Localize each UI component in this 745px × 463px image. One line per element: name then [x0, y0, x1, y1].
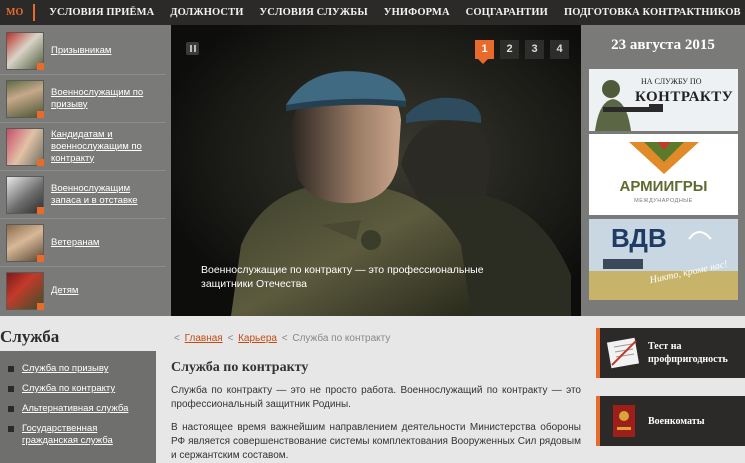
audience-label: Кандидатам и военнослужащим по контракту	[51, 128, 142, 164]
pager-page-3[interactable]: 3	[525, 40, 544, 59]
bullet-icon	[8, 366, 14, 372]
audience-label: Детям	[51, 285, 79, 296]
breadcrumb: < Главная < Карьера < Служба по контракт…	[172, 333, 390, 344]
nav-item-social-guarantees[interactable]: СОЦГАРАНТИИ	[458, 7, 556, 18]
right-banner-column: 23 августа 2015 НА СЛУЖБУ ПО КОНТРАКТУ А…	[581, 25, 745, 316]
submenu-label: Государственная гражданская служба	[22, 423, 113, 446]
brand-link[interactable]: МО РФ	[0, 4, 36, 35]
current-date: 23 августа 2015	[611, 37, 715, 53]
audience-label: Военнослужащим запаса и в отставке	[51, 182, 138, 206]
vdv-banner[interactable]: ВДВ Никто, кроме нас!	[589, 219, 738, 300]
section-title: Служба	[0, 327, 60, 346]
submenu-label: Служба по контракту	[22, 383, 116, 394]
banner3-title: ВДВ	[611, 223, 667, 253]
submenu-item-contract[interactable]: Служба по контракту	[8, 383, 152, 395]
pause-button[interactable]	[186, 42, 199, 55]
hero-caption[interactable]: Военнослужащие по контракту — это профес…	[201, 263, 531, 291]
reserve-thumbnail	[6, 175, 44, 214]
breadcrumb-separator: <	[174, 333, 180, 344]
recruitment-offices-label: Военкоматы	[648, 416, 705, 427]
drafted-thumbnail	[6, 79, 44, 118]
bullet-icon	[8, 386, 14, 392]
audience-label: Призывникам	[51, 44, 112, 56]
submenu-label: Альтернативная служба	[22, 403, 129, 414]
military-id-icon	[613, 405, 635, 437]
intro-paragraph: Служба по контракту — это не просто рабо…	[171, 385, 581, 410]
army-games-banner[interactable]: АРМИИГРЫ МЕЖДУНАРОДНЫЕ	[589, 134, 738, 215]
audience-menu: Призывникам Военнослужащим по призыву Ка…	[0, 25, 171, 316]
nav-item-uniform[interactable]: УНИФОРМА	[376, 7, 458, 18]
banner1-line1: НА СЛУЖБУ ПО	[641, 77, 702, 86]
pager-page-1[interactable]: 1	[475, 40, 494, 64]
audience-item-veterans[interactable]: Ветеранам	[0, 219, 166, 267]
bullet-icon	[8, 406, 14, 412]
test-form-icon	[606, 337, 640, 369]
banner2-subtitle: МЕЖДУНАРОДНЫЕ	[634, 198, 693, 204]
audience-item-contract-candidates[interactable]: Кандидатам и военнослужащим по контракту	[0, 123, 166, 171]
children-thumbnail	[6, 272, 44, 310]
hero-slider[interactable]: 1 2 3 4 Военнослужащие по контракту — эт…	[171, 25, 581, 316]
banner2-title: АРМИИГРЫ	[619, 178, 708, 195]
audience-item-reserve[interactable]: Военнослужащим запаса и в отставке	[0, 171, 166, 219]
veterans-thumbnail	[6, 223, 44, 262]
breadcrumb-career[interactable]: Карьера	[238, 333, 277, 344]
page-root: МО РФ УСЛОВИЯ ПРИЁМА ДОЛЖНОСТИ УСЛОВИЯ С…	[0, 0, 745, 463]
audience-item-children[interactable]: Детям	[0, 267, 166, 315]
aptitude-test-button[interactable]: Тест на профпригодность	[596, 328, 745, 378]
banner1-line2: КОНТРАКТУ	[635, 89, 734, 105]
body-paragraph: В настоящее время важнейшим направлением…	[171, 422, 581, 461]
candidates-thumbnail	[6, 127, 44, 166]
audience-item-conscripts[interactable]: Призывникам	[0, 27, 166, 75]
submenu-item-civil-service[interactable]: Государственная гражданская служба	[8, 423, 122, 447]
submenu-item-alternative[interactable]: Альтернативная служба	[8, 403, 152, 415]
nav-item-admission[interactable]: УСЛОВИЯ ПРИЁМА	[41, 7, 162, 18]
content-area: Служба Служба по призыву Служба по контр…	[0, 316, 745, 463]
audience-item-drafted[interactable]: Военнослужащим по призыву	[0, 75, 166, 123]
breadcrumb-current: Служба по контракту	[292, 333, 391, 344]
nav-item-contract-training[interactable]: ПОДГОТОВКА КОНТРАКТНИКОВ	[556, 7, 745, 18]
pager-page-4[interactable]: 4	[550, 40, 569, 59]
breadcrumb-separator: <	[281, 333, 288, 344]
audience-label: Военнослужащим по призыву	[51, 86, 144, 110]
breadcrumb-home[interactable]: Главная	[185, 333, 223, 344]
aptitude-test-label: Тест на профпригодность	[648, 341, 728, 365]
slider-pager: 1 2 3 4	[475, 40, 569, 64]
bullet-icon	[8, 426, 14, 432]
nav-item-service-conditions[interactable]: УСЛОВИЯ СЛУЖБЫ	[251, 7, 375, 18]
audience-label: Ветеранам	[51, 236, 100, 248]
conscripts-thumbnail	[6, 31, 44, 70]
service-submenu: Служба по призыву Служба по контракту Ал…	[0, 351, 156, 463]
recruitment-offices-button[interactable]: Военкоматы	[596, 396, 745, 446]
pager-page-2[interactable]: 2	[500, 40, 519, 59]
nav-item-positions[interactable]: ДОЛЖНОСТИ	[162, 7, 251, 18]
submenu-item-conscription[interactable]: Служба по призыву	[8, 363, 152, 375]
breadcrumb-separator: <	[227, 333, 234, 344]
top-navigation: МО РФ УСЛОВИЯ ПРИЁМА ДОЛЖНОСТИ УСЛОВИЯ С…	[0, 0, 745, 35]
page-title: Служба по контракту	[171, 360, 309, 375]
submenu-label: Служба по призыву	[22, 363, 109, 374]
contract-service-banner[interactable]: НА СЛУЖБУ ПО КОНТРАКТУ	[589, 69, 738, 131]
